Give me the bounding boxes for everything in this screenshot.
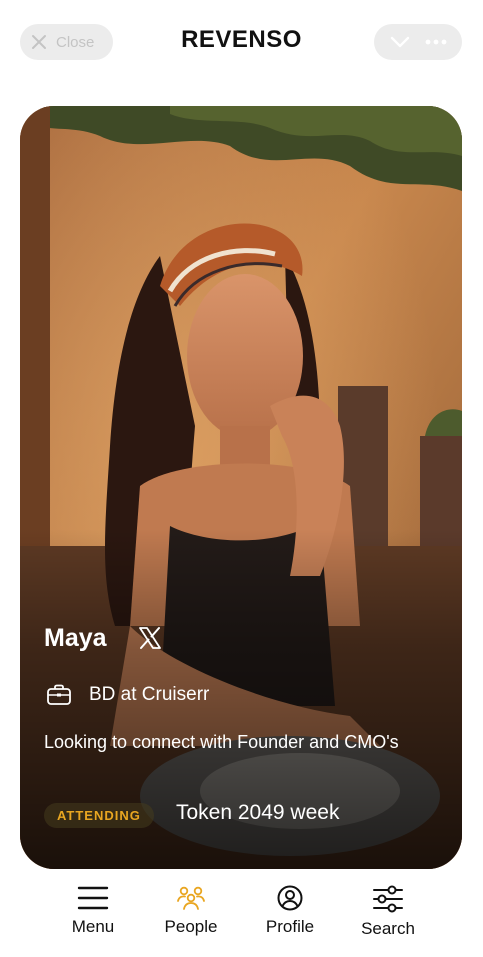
people-icon — [177, 886, 205, 910]
sliders-icon — [373, 885, 403, 913]
profile-name: Maya — [44, 624, 107, 652]
nav-item-search[interactable]: Search — [340, 885, 436, 939]
header-actions — [374, 24, 462, 60]
profile-icon — [277, 885, 303, 911]
profile-bio: Looking to connect with Founder and CMO'… — [44, 732, 399, 752]
job-title: BD at Cruiserr — [89, 684, 210, 705]
x-logo-icon[interactable] — [138, 626, 162, 650]
screen: Close REVENSO Maya BD at Cruiserr Lookin… — [0, 0, 483, 957]
nav-label-people: People — [164, 917, 218, 936]
nav-item-profile[interactable]: Profile — [242, 885, 338, 937]
hamburger-menu-icon — [77, 886, 109, 910]
nav-label-profile: Profile — [265, 917, 315, 936]
more-options-icon[interactable] — [424, 38, 448, 46]
nav-item-menu[interactable]: Menu — [45, 885, 141, 937]
event-name: Token 2049 week — [176, 801, 340, 824]
chevron-down-icon[interactable] — [389, 35, 411, 49]
nav-label-search: Search — [361, 919, 415, 938]
attending-badge: ATTENDING — [44, 803, 154, 828]
briefcase-icon — [47, 684, 71, 705]
nav-label-menu: Menu — [71, 917, 115, 936]
nav-item-people[interactable]: People — [143, 885, 239, 937]
profile-card[interactable]: Maya BD at Cruiserr Looking to connect w… — [20, 106, 462, 869]
bottom-nav: Menu People Profile Search — [0, 885, 483, 957]
